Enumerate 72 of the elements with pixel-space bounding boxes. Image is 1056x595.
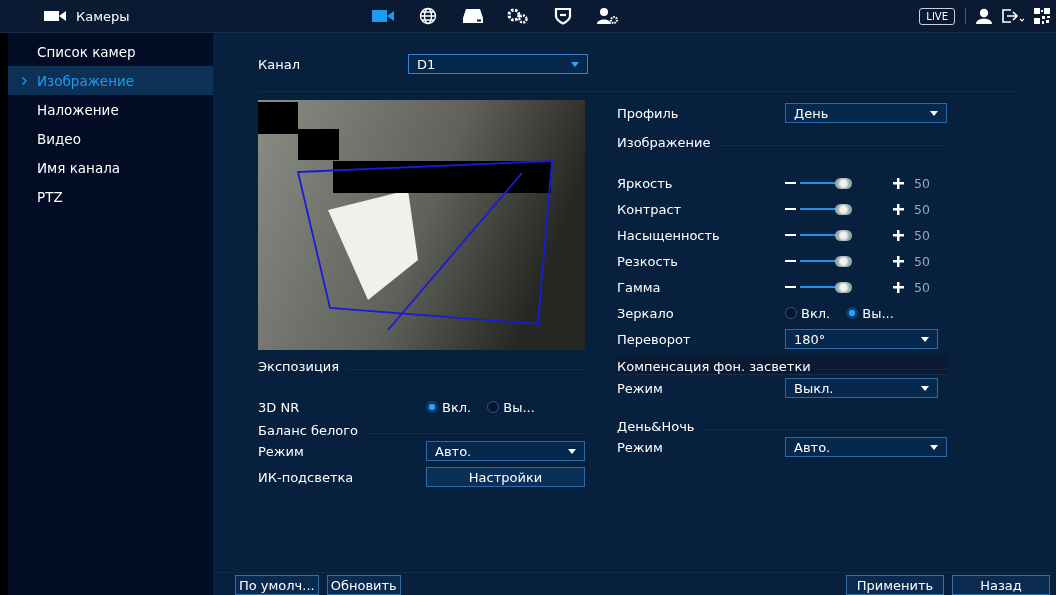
field-label: 3D NR [258,399,301,415]
slider-label: Гамма [617,279,662,295]
section-heading: Баланс белого [258,423,358,438]
radio-button[interactable] [785,307,797,319]
minus-icon[interactable] [785,285,796,289]
option-label: Вкл. [442,399,472,415]
section-heading: День&Ночь [617,419,695,434]
day-night-dropdown[interactable]: Авто. [785,437,947,457]
minus-icon[interactable] [785,181,796,185]
section-title: Камеры [76,8,130,24]
option-label: Вы... [862,305,894,321]
section-heading: Изображение [617,135,711,150]
live-button[interactable]: LIVE [919,7,955,25]
field-label: Канал [258,56,301,72]
field-label: Профиль [617,105,680,121]
slider-thumb[interactable] [835,255,852,267]
slider-label: Яркость [617,175,674,191]
slider-value: 50 [914,279,930,295]
sidebar-item[interactable]: Изображение [8,66,213,95]
caret-icon [930,110,938,116]
caret-icon [930,444,938,450]
minus-icon[interactable] [785,207,796,211]
slider-value: 50 [914,253,930,269]
field-label: Режим [617,439,664,455]
footer-button[interactable]: Обновить [326,575,401,595]
footer-button[interactable]: Применить [846,575,944,595]
sidebar-item[interactable]: Список камер [8,37,213,66]
sidebar-item[interactable]: PTZ [8,182,213,211]
slider-thumb[interactable] [835,229,852,241]
caret-icon [921,385,929,391]
field-label: Режим [617,380,664,396]
slider-thumb[interactable] [835,177,852,189]
minus-icon[interactable] [785,233,796,237]
sidebar-item[interactable]: Наложение [8,95,213,124]
flip-dropdown[interactable]: 180° [785,329,938,349]
footer-button[interactable]: По умолч... [235,575,319,595]
qr-code-icon[interactable] [1034,8,1050,24]
sidebar-item[interactable]: Имя канала [8,153,213,182]
slider-label: Насыщенность [617,227,721,243]
field-label: ИК-подсветка [258,469,355,485]
section-heading: Компенсация фон. засветки [617,359,811,374]
slider-thumb[interactable] [835,203,852,215]
settings-button[interactable]: Настройки [426,467,585,487]
slider-label: Резкость [617,253,679,269]
caret-icon [921,336,929,342]
chevron-icon [22,76,27,85]
radio-button[interactable] [426,401,438,413]
profile-dropdown[interactable]: День [785,103,947,123]
radio-button[interactable] [846,307,859,319]
field-label: Переворот [617,331,692,347]
logout-icon[interactable] [1002,9,1024,23]
backlight-dropdown[interactable]: Выкл. [785,378,938,398]
field-label: Режим [258,443,305,459]
radio-button[interactable] [487,401,500,413]
caret-icon [571,61,579,67]
option-label: Вы... [503,399,535,415]
caret-icon [568,448,576,454]
slider-value: 50 [914,227,930,243]
slider-value: 50 [914,175,930,191]
field-label: Зеркало [617,305,675,321]
channel-dropdown[interactable]: D1 [408,54,588,74]
sidebar-item[interactable]: Видео [8,124,213,153]
slider-label: Контраст [617,201,683,217]
balance-mode-dropdown[interactable]: Авто. [426,441,585,461]
footer-button[interactable]: Назад [952,575,1050,595]
option-label: Вкл. [801,305,831,321]
user-icon[interactable] [976,8,992,24]
slider-value: 50 [914,201,930,217]
section-heading: Экспозиция [258,359,339,374]
minus-icon[interactable] [785,259,796,263]
slider-thumb[interactable] [835,281,852,293]
camera-icon [44,11,66,21]
